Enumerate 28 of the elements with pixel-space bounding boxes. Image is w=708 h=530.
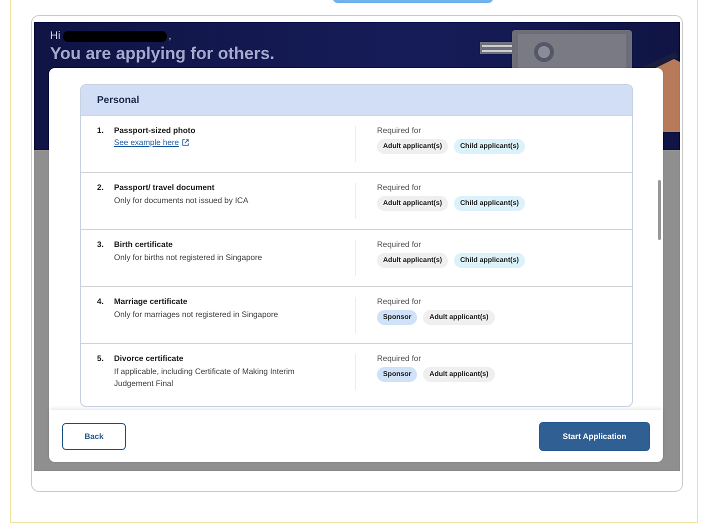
required-for-label: Required for	[377, 126, 422, 135]
greeting-comma: ,	[168, 30, 172, 42]
document-note: Only for marriages not registered in Singapore	[114, 309, 278, 321]
required-for-label: Required for	[377, 183, 422, 192]
document-note: If applicable, including Certificate of Making Interim Judgement Final	[114, 366, 296, 390]
document-title: Divorce certificate	[114, 354, 184, 363]
document-note: Only for births not registered in Singapore	[114, 252, 262, 264]
document-title: Passport-sized photo	[114, 126, 196, 135]
required-for-label: Required for	[377, 297, 422, 306]
start-application-button[interactable]: Start Application	[539, 422, 650, 450]
document-title: Marriage certificate	[114, 297, 188, 306]
required-for-label: Required for	[377, 354, 422, 363]
greeting-text: Hi	[50, 30, 60, 42]
document-title: Birth certificate	[114, 240, 174, 249]
document-note: Only for documents not issued by ICA	[114, 195, 248, 207]
item-number: 5.	[97, 354, 105, 365]
required-for-label: Required for	[377, 240, 422, 249]
back-button[interactable]: Back	[62, 422, 126, 450]
external-link-icon	[182, 139, 189, 146]
item-number: 2.	[97, 183, 105, 194]
section-header: Personal	[81, 85, 632, 115]
item-number: 4.	[97, 297, 105, 308]
hero-title: You are applying for others.	[50, 44, 276, 63]
item-number: 3.	[97, 240, 105, 251]
document-title: Passport/ travel document	[114, 183, 216, 192]
scrollbar-thumb[interactable]	[658, 180, 661, 240]
item-number: 1.	[97, 126, 105, 137]
example-link[interactable]: See example here	[114, 138, 189, 147]
